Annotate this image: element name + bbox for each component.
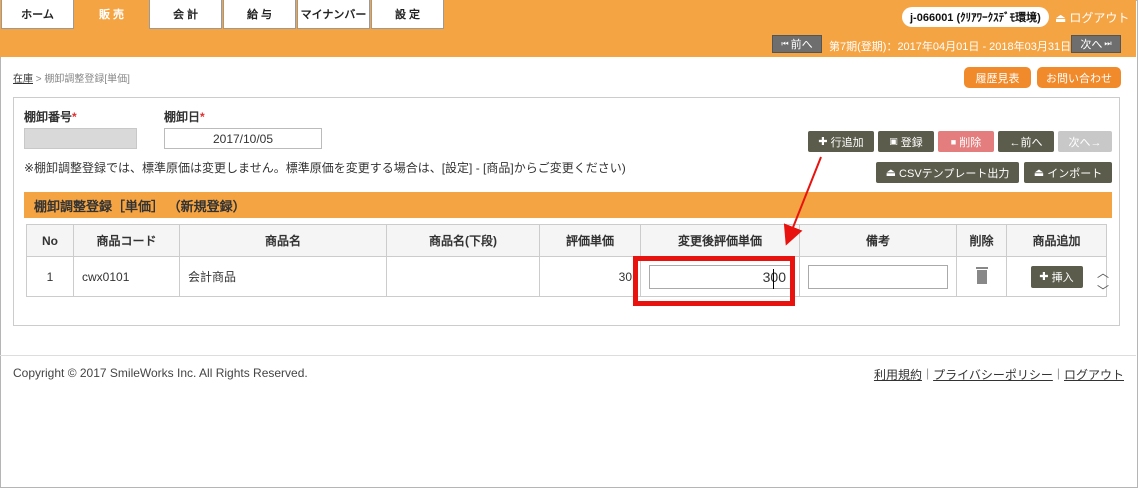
inventory-number-label-text: 棚卸番号 (24, 110, 73, 124)
inventory-table: No 商品コード 商品名 商品名(下段) 評価単価 変更後評価単価 備考 削除 … (26, 224, 1107, 297)
add-row-button[interactable]: ✚ 行追加 (808, 131, 874, 152)
insert-button[interactable]: ✚ 挿入 (1030, 265, 1083, 288)
row-scroll-arrows[interactable]: ︿ ﹀ (1097, 264, 1109, 300)
plus-icon: ✚ (1039, 271, 1049, 283)
breadcrumb-separator: > (35, 74, 42, 85)
delete-label: 削除 (959, 136, 982, 149)
trash-icon: ■ (950, 136, 957, 147)
breadcrumb: 在庫 > 棚卸調整登録[単価] (13, 70, 130, 85)
inventory-number-label: 棚卸番号* (24, 108, 77, 125)
tab-home[interactable]: ホーム (1, 0, 74, 29)
top-nav: ホーム 販 売 会 計 給 与 マイナンバー 設 定 j-066001 (ｸﾘｱ… (0, 0, 1136, 30)
upload-icon: ⏏ (1033, 167, 1045, 179)
save-label: 登録 (900, 136, 923, 149)
footer-separator: | (925, 366, 930, 380)
skip-forward-icon: ⏭ (1104, 39, 1112, 48)
table-header-row: No 商品コード 商品名 商品名(下段) 評価単価 変更後評価単価 備考 削除 … (26, 224, 1107, 257)
plus-icon: ✚ (818, 136, 828, 148)
cell-memo (799, 256, 957, 297)
import-label: インポート (1047, 167, 1103, 180)
tab-settings[interactable]: 設 定 (371, 0, 444, 29)
eject-icon: ⏏ (1055, 10, 1067, 25)
footer-separator: | (1056, 366, 1060, 380)
table-row: 1 cwx0101 会計商品 30 300 ✚ 挿入 (26, 256, 1107, 297)
next-record-button[interactable]: 次へ→ (1058, 131, 1112, 152)
inventory-number-field (24, 128, 137, 149)
skip-back-icon: ⏮ (781, 39, 789, 48)
cell-name: 会計商品 (179, 256, 387, 297)
logout-label: ログアウト (1069, 11, 1130, 25)
col-header-unit-price: 評価単価 (539, 224, 641, 257)
chevron-down-icon[interactable]: ﹀ (1097, 282, 1109, 300)
cell-no: 1 (26, 256, 74, 297)
history-button[interactable]: 履歴見表 (964, 67, 1031, 88)
cell-unit-price: 30 (539, 256, 641, 297)
col-header-code: 商品コード (73, 224, 180, 257)
tab-payroll[interactable]: 給 与 (223, 0, 296, 29)
memo-input[interactable] (808, 264, 948, 289)
col-header-memo: 備考 (799, 224, 957, 257)
cell-name2 (386, 256, 540, 297)
period-next-label: 次へ (1080, 39, 1103, 51)
cell-delete (956, 256, 1007, 297)
inventory-date-label: 棚卸日* (164, 108, 205, 125)
privacy-link[interactable]: プライバシーポリシー (933, 366, 1053, 383)
col-header-name2: 商品名(下段) (386, 224, 540, 257)
add-row-label: 行追加 (830, 136, 864, 149)
tab-mynumber[interactable]: マイナンバー (297, 0, 370, 29)
inventory-date-label-text: 棚卸日 (164, 110, 201, 124)
breadcrumb-current: 棚卸調整登録[単価] (44, 74, 130, 85)
tab-accounting[interactable]: 会 計 (149, 0, 222, 29)
account-badge[interactable]: j-066001 (ｸﾘｱﾜｰｸｽﾃﾞﾓ環境) (902, 7, 1049, 27)
col-header-delete: 削除 (956, 224, 1007, 257)
period-next-button[interactable]: 次へ ⏭ (1071, 35, 1121, 53)
delete-button[interactable]: ■ 削除 (938, 131, 994, 152)
csv-template-button[interactable]: ⏏ CSVテンプレート出力 (876, 162, 1019, 183)
fiscal-period-text: 第7期(登期)：2017年04月01日 - 2018年03月31日 (829, 41, 1072, 53)
insert-label: 挿入 (1051, 271, 1074, 284)
col-header-add: 商品追加 (1006, 224, 1107, 257)
period-prev-label: 前へ (790, 39, 813, 51)
required-mark: * (72, 110, 77, 124)
csv-template-label: CSVテンプレート出力 (899, 167, 1010, 180)
inventory-date-field[interactable]: 2017/10/05 (164, 128, 322, 149)
footer-links: 利用規約 | プライバシーポリシー | ログアウト (874, 366, 1124, 383)
prev-record-button[interactable]: ←前へ (998, 131, 1054, 152)
section-title: 棚卸調整登録［単価］ （新規登録） (24, 192, 1112, 218)
footer-divider (0, 355, 1136, 356)
save-button[interactable]: ▣ 登録 (878, 131, 934, 152)
required-mark: * (200, 110, 205, 124)
trash-icon[interactable] (975, 265, 989, 284)
col-header-no: No (26, 224, 74, 257)
terms-link[interactable]: 利用規約 (874, 366, 922, 383)
period-prev-button[interactable]: ⏮ 前へ (772, 35, 822, 53)
chevron-up-icon[interactable]: ︿ (1097, 264, 1109, 282)
logout-link[interactable]: ログアウト (1064, 366, 1124, 383)
col-header-name: 商品名 (179, 224, 387, 257)
text-caret (773, 269, 774, 289)
floppy-icon: ▣ (889, 136, 898, 146)
col-header-new-price: 変更後評価単価 (640, 224, 800, 257)
cell-code: cwx0101 (73, 256, 180, 297)
standard-cost-note: ※棚卸調整登録では、標準原価は変更しません。標準原価を変更する場合は、[設定] … (24, 161, 626, 175)
download-icon: ⏏ (885, 167, 897, 179)
breadcrumb-parent[interactable]: 在庫 (13, 74, 33, 85)
main-tabs: ホーム 販 売 会 計 給 与 マイナンバー 設 定 (1, 0, 445, 30)
import-button[interactable]: ⏏ インポート (1024, 162, 1112, 183)
copyright-text: Copyright © 2017 SmileWorks Inc. All Rig… (13, 366, 308, 380)
logout-link-top[interactable]: ⏏ ログアウト (1055, 9, 1129, 26)
cell-add: ✚ 挿入 (1006, 256, 1107, 297)
contact-button[interactable]: お問い合わせ (1037, 67, 1121, 88)
tab-sales[interactable]: 販 売 (75, 0, 148, 29)
highlight-box (633, 256, 795, 306)
